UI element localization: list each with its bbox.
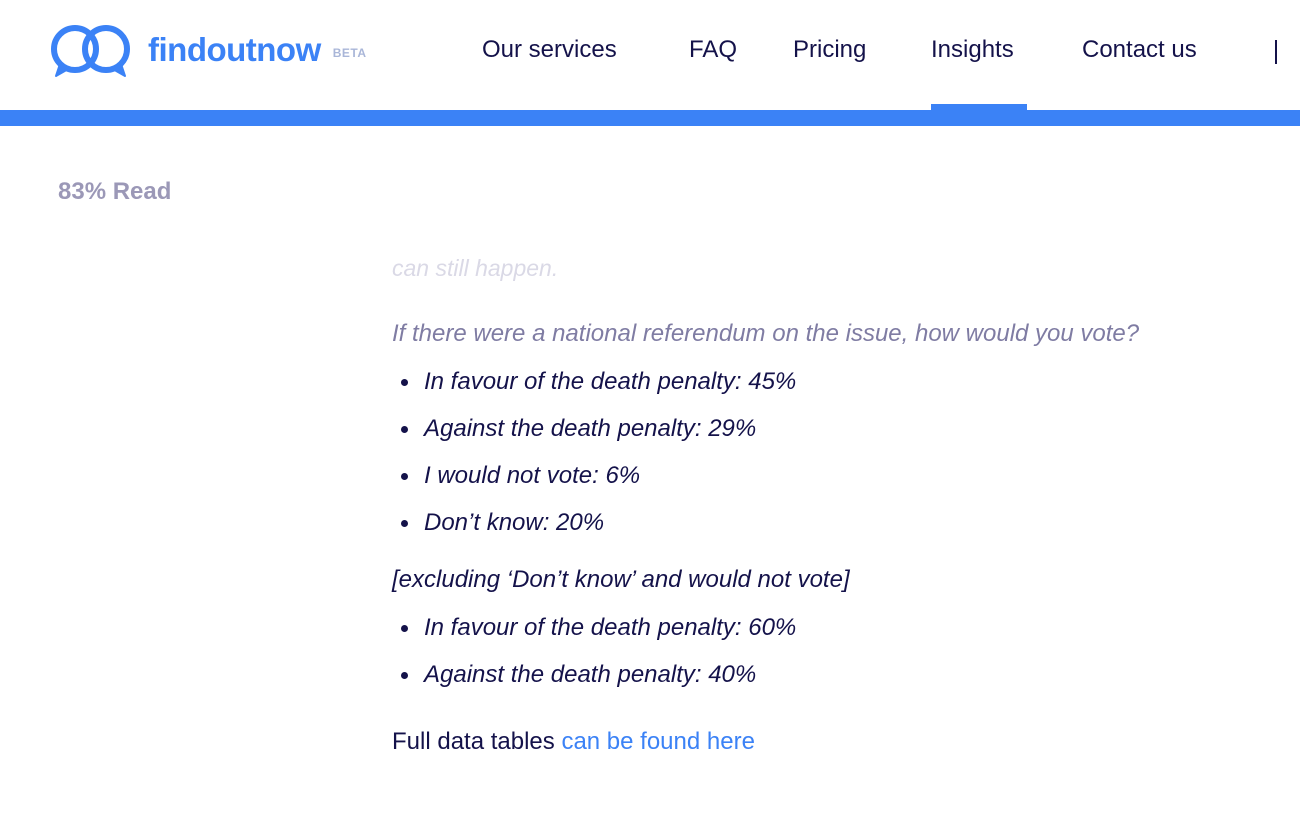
result-text: Against the death penalty: 40% [424,661,757,688]
brand-name: findoutnow [148,31,321,68]
beta-badge: BETA [332,46,367,60]
brand-home-link[interactable]: findoutnow BETA [48,22,367,78]
bullet-icon [401,520,408,527]
results-list: In favour of the death penalty: 45% Agai… [392,358,1292,546]
read-progress-label: 83% Read [58,178,172,205]
header-accent-band [0,110,1300,126]
nav-item-insights[interactable]: Insights [931,34,1014,66]
faded-paragraph-tail: can still happen. [392,255,559,281]
referendum-question: If there were a national referendum on t… [392,320,1140,347]
list-item: Don’t know: 20% [392,499,1292,546]
bullet-icon [401,379,408,386]
bullet-icon [401,672,408,679]
data-tables-link[interactable]: can be found here [561,728,755,755]
list-item: In favour of the death penalty: 60% [392,604,1292,651]
nav-item-our-services[interactable]: Our services [482,34,617,66]
list-item: Against the death penalty: 29% [392,405,1292,452]
nav-item-pricing[interactable]: Pricing [793,34,866,66]
excluding-note: [excluding ‘Don’t know’ and would not vo… [392,566,850,593]
bullet-icon [401,625,408,632]
result-text: Don’t know: 20% [424,509,605,536]
bullet-icon [401,473,408,480]
data-tables-prefix: Full data tables [392,728,562,755]
list-item: Against the death penalty: 40% [392,651,1292,698]
site-header: findoutnow BETA Our services FAQ Pricing… [0,0,1300,110]
article-body: can still happen. If there were a nation… [392,248,1292,762]
result-text: In favour of the death penalty: 60% [424,614,797,641]
list-item: In favour of the death penalty: 45% [392,358,1292,405]
bullet-icon [401,426,408,433]
speech-bubbles-logo-icon [51,25,130,77]
list-item: I would not vote: 6% [392,452,1292,499]
nav-divider [1275,40,1277,64]
nav-item-faq[interactable]: FAQ [689,34,737,66]
result-text: I would not vote: 6% [424,462,641,489]
nav-item-contact-us[interactable]: Contact us [1082,34,1197,66]
results-excluding-list: In favour of the death penalty: 60% Agai… [392,604,1292,698]
result-text: Against the death penalty: 29% [424,415,757,442]
result-text: In favour of the death penalty: 45% [424,368,797,395]
data-tables-line: Full data tables can be found here [392,722,1292,762]
